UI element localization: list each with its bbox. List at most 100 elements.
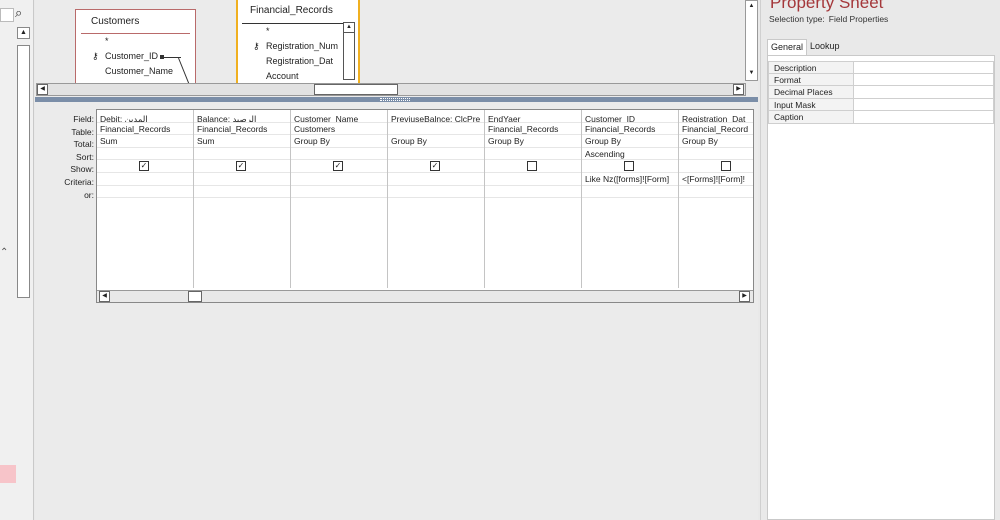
nav-scroll-up-button[interactable]: ▲ xyxy=(17,27,30,39)
or-cell[interactable] xyxy=(194,186,290,199)
criteria-cell[interactable] xyxy=(291,173,387,186)
show-cell[interactable]: ✓ xyxy=(291,160,387,173)
query-design-grid[interactable]: Debit: المدين Financial_Records Sum ✓ Ba… xyxy=(96,109,754,303)
scroll-left-arrow-icon[interactable]: ◀ xyxy=(99,291,110,302)
sort-cell[interactable]: Ascending xyxy=(582,148,678,161)
or-cell[interactable] xyxy=(582,186,678,199)
show-checkbox[interactable]: ✓ xyxy=(333,161,343,172)
or-cell[interactable] xyxy=(388,186,484,199)
scroll-left-arrow-icon[interactable]: ◀ xyxy=(37,84,48,95)
show-checkbox[interactable] xyxy=(527,161,537,172)
field-cell[interactable]: Debit: المدين xyxy=(97,110,193,123)
field-cell[interactable]: EndYaer xyxy=(485,110,581,123)
property-value-input[interactable] xyxy=(854,62,994,73)
nav-scrollbar[interactable] xyxy=(17,45,30,298)
property-row[interactable]: Caption xyxy=(768,111,994,124)
or-cell[interactable] xyxy=(485,186,581,199)
grid-column[interactable]: Registration_Dat Financial_Record Group … xyxy=(679,110,753,288)
total-cell[interactable]: Group By xyxy=(679,135,753,148)
field-cell[interactable]: PreviuseBalnce: ClcPre xyxy=(388,110,484,123)
nav-search-input[interactable] xyxy=(0,8,14,22)
or-cell[interactable] xyxy=(679,186,753,199)
or-cell[interactable] xyxy=(291,186,387,199)
table-cell[interactable] xyxy=(388,123,484,136)
sort-cell[interactable] xyxy=(388,148,484,161)
property-value-input[interactable] xyxy=(854,111,994,123)
sort-cell[interactable] xyxy=(97,148,193,161)
property-row[interactable]: Input Mask xyxy=(768,98,994,112)
show-cell[interactable] xyxy=(679,160,753,173)
show-cell[interactable] xyxy=(582,160,678,173)
tab-general[interactable]: General xyxy=(767,39,808,55)
show-cell[interactable]: ✓ xyxy=(388,160,484,173)
field-cell[interactable]: Balance: الرصيد xyxy=(194,110,290,123)
property-row[interactable]: Description xyxy=(768,61,994,74)
criteria-cell[interactable] xyxy=(97,173,193,186)
property-value-input[interactable] xyxy=(854,73,994,86)
grid-column[interactable]: EndYaer Financial_Records Group By xyxy=(485,110,582,288)
grid-column[interactable]: Customer_Name Customers Group By ✓ xyxy=(291,110,388,288)
property-value-input[interactable] xyxy=(854,98,994,111)
scroll-right-arrow-icon[interactable]: ▶ xyxy=(739,291,750,302)
total-cell[interactable]: Sum xyxy=(194,135,290,148)
chevron-up-icon[interactable]: ⌃ xyxy=(0,248,10,258)
show-checkbox[interactable]: ✓ xyxy=(236,161,246,172)
scroll-thumb[interactable] xyxy=(314,84,398,95)
splitter-grip[interactable] xyxy=(380,98,410,101)
scroll-up-arrow-icon[interactable]: ▲ xyxy=(746,1,757,12)
scroll-down-arrow-icon[interactable]: ▼ xyxy=(746,68,757,79)
table-title[interactable]: Customers xyxy=(81,10,190,34)
table-scroll-up-button[interactable]: ▲ xyxy=(343,22,355,33)
field-cell[interactable]: Customer_Name xyxy=(291,110,387,123)
table-cell[interactable]: Customers xyxy=(291,123,387,136)
scroll-thumb[interactable] xyxy=(188,291,202,302)
tab-lookup[interactable]: Lookup xyxy=(807,39,843,55)
field-cell[interactable]: Registration_Dat xyxy=(679,110,753,123)
table-title[interactable]: Financial_Records xyxy=(242,0,354,24)
table-field[interactable]: * xyxy=(238,24,358,39)
field-cell[interactable]: Customer_ID xyxy=(582,110,678,123)
table-cell[interactable]: Financial_Record xyxy=(679,123,753,136)
sort-cell[interactable] xyxy=(485,148,581,161)
criteria-cell[interactable] xyxy=(194,173,290,186)
show-checkbox[interactable] xyxy=(624,161,634,172)
table-field[interactable]: * xyxy=(76,34,195,49)
total-cell[interactable]: Group By xyxy=(388,135,484,148)
sort-cell[interactable] xyxy=(194,148,290,161)
property-row[interactable]: Format xyxy=(768,73,994,87)
table-cell[interactable]: Financial_Records xyxy=(97,123,193,136)
table-field[interactable]: ⚷ Registration_Num xyxy=(238,39,358,54)
show-cell[interactable] xyxy=(485,160,581,173)
show-checkbox[interactable]: ✓ xyxy=(430,161,440,172)
total-cell[interactable]: Sum xyxy=(97,135,193,148)
grid-column[interactable]: PreviuseBalnce: ClcPre Group By ✓ xyxy=(388,110,485,288)
show-checkbox[interactable]: ✓ xyxy=(139,161,149,172)
property-row[interactable]: Decimal Places xyxy=(768,86,994,99)
criteria-cell[interactable] xyxy=(485,173,581,186)
total-cell[interactable]: Group By xyxy=(291,135,387,148)
grid-column[interactable]: Balance: الرصيد Financial_Records Sum ✓ xyxy=(194,110,291,288)
grid-column[interactable]: Customer_ID Financial_Records Group By A… xyxy=(582,110,679,288)
or-cell[interactable] xyxy=(97,186,193,199)
table-field[interactable]: Registration_Dat xyxy=(238,54,358,69)
table-cell[interactable]: Financial_Records xyxy=(194,123,290,136)
table-cell[interactable]: Financial_Records xyxy=(582,123,678,136)
show-cell[interactable]: ✓ xyxy=(194,160,290,173)
criteria-cell[interactable] xyxy=(388,173,484,186)
table-cell[interactable]: Financial_Records xyxy=(485,123,581,136)
search-icon[interactable]: ⌕ xyxy=(15,6,29,20)
total-cell[interactable]: Group By xyxy=(582,135,678,148)
criteria-cell[interactable]: Like Nz([forms]![Form] xyxy=(582,173,678,186)
nav-selected-item[interactable] xyxy=(0,465,16,483)
show-checkbox[interactable] xyxy=(721,161,731,172)
property-value-input[interactable] xyxy=(854,86,994,98)
criteria-cell[interactable]: <[Forms]![Form]! xyxy=(679,173,753,186)
table-field[interactable]: Account xyxy=(238,69,358,84)
sort-cell[interactable] xyxy=(679,148,753,161)
grid-column[interactable]: Debit: المدين Financial_Records Sum ✓ xyxy=(97,110,194,288)
show-cell[interactable]: ✓ xyxy=(97,160,193,173)
scroll-right-arrow-icon[interactable]: ▶ xyxy=(733,84,744,95)
sort-cell[interactable] xyxy=(291,148,387,161)
financial-records-table-box[interactable]: Financial_Records * ⚷ Registration_Num Re… xyxy=(236,0,360,87)
total-cell[interactable]: Group By xyxy=(485,135,581,148)
